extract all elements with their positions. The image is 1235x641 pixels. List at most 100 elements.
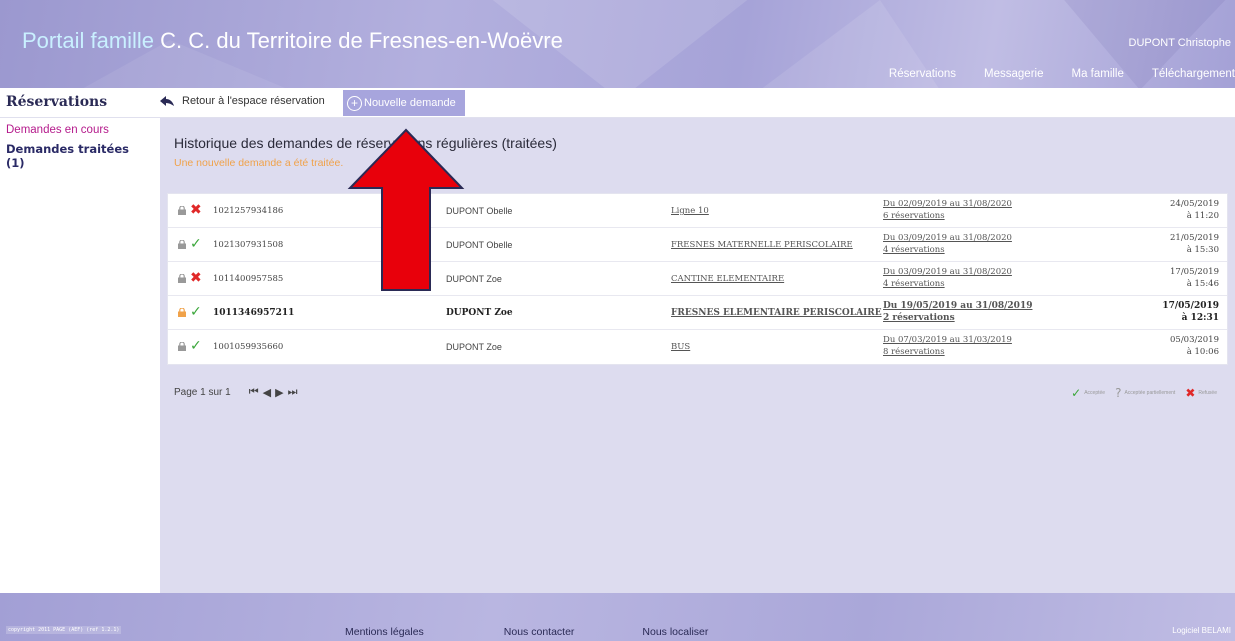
page-title: Réservations [6,94,108,110]
footer-nous-contacter[interactable]: Nous contacter [504,626,575,638]
processed-date: 05/03/2019 [1170,335,1219,345]
new-request-button[interactable]: + Nouvelle demande [343,90,465,116]
service-link[interactable]: BUS [671,342,690,352]
processed-datetime: 24/05/2019 à 11:20 [1170,198,1219,222]
period-range: Du 02/09/2019 au 31/08/2020 [883,199,1012,209]
period-link[interactable]: Du 02/09/2019 au 31/08/2020 6 réservation… [883,198,1012,222]
processed-datetime: 05/03/2019 à 10:06 [1170,334,1219,358]
period-link[interactable]: Du 03/09/2019 au 31/08/2020 4 réservation… [883,232,1012,256]
processed-date: 21/05/2019 [1170,233,1219,243]
cross-icon: ✖ [190,270,202,286]
question-icon: ? [1115,386,1122,400]
request-number: 1011346957211 [213,308,295,318]
processed-time: à 15:46 [1186,279,1219,289]
nav-messagerie[interactable]: Messagerie [984,68,1043,80]
reservation-count: 4 réservations [883,279,945,289]
processed-time: à 12:31 [1181,313,1219,323]
request-number: 1011400957585 [213,274,284,284]
request-number: 1001059935660 [213,342,284,352]
person-name: DUPONT Zoe [446,308,513,318]
reservation-count: 8 réservations [883,347,945,357]
table-row[interactable]: ✓ 1021307931508 DUPONT Obelle FRESNES MATER… [168,228,1227,262]
back-link-label: Retour à l'espace réservation [182,95,325,107]
site-title-portal: Portail famille [22,28,155,53]
back-to-reservations-link[interactable]: Retour à l'espace réservation [160,95,325,107]
lock-icon [178,206,186,215]
reservation-count: 2 réservations [883,313,955,323]
processed-datetime: 21/05/2019 à 15:30 [1170,232,1219,256]
request-number: 1021307931508 [213,240,284,250]
table-row[interactable]: ✖ 1021257934186 DUPONT Obelle Ligne 10 Du 02… [168,194,1227,228]
period-range: Du 03/09/2019 au 31/08/2020 [883,233,1012,243]
processed-date: 17/05/2019 [1170,267,1219,277]
processed-time: à 11:20 [1186,211,1219,221]
sidebar-item-demandes-traitees[interactable]: Demandes traitées (1) [6,142,150,170]
check-icon: ✓ [190,236,202,252]
requests-table: ✖ 1021257934186 DUPONT Obelle Ligne 10 Du 02… [167,193,1228,365]
sidebar: Demandes en cours Demandes traitées (1) [0,118,150,593]
pagination: Page 1 sur 1 ⏮ ◀ ▶ ⏭ [174,386,297,399]
processed-time: à 15:30 [1186,245,1219,255]
processed-date: 17/05/2019 [1162,301,1219,311]
back-arrow-icon [160,96,174,106]
first-page-icon[interactable]: ⏮ [249,386,259,399]
service-link[interactable]: CANTINE ELEMENTAIRE [671,274,784,284]
red-arrow-annotation [347,128,465,291]
cross-icon: ✖ [1185,386,1196,400]
period-range: Du 03/09/2019 au 31/08/2020 [883,267,1012,277]
site-title[interactable]: Portail famille C. C. du Territoire de F… [22,28,563,54]
reservation-count: 6 réservations [883,211,945,221]
cross-icon: ✖ [190,202,202,218]
folder-icon [178,308,186,317]
period-range: Du 19/05/2019 au 31/08/2019 [883,301,1033,311]
check-icon: ✓ [1071,386,1082,400]
processed-datetime: 17/05/2019 à 15:46 [1170,266,1219,290]
new-request-label: Nouvelle demande [364,97,456,109]
site-header: Portail famille C. C. du Territoire de F… [0,0,1235,88]
period-link[interactable]: Du 03/09/2019 au 31/08/2020 4 réservation… [883,266,1012,290]
table-row[interactable]: ✓ 1011346957211 DUPONT Zoe FRESNES ELEMENTA… [168,296,1227,330]
status-legend: ✓ Acceptée ? Acceptée partiellement ✖ Refus… [1061,386,1217,400]
footer-mentions-legales[interactable]: Mentions légales [345,626,424,638]
prev-page-icon[interactable]: ◀ [263,386,271,399]
person-name: DUPONT Zoe [446,342,502,352]
next-page-icon[interactable]: ▶ [275,386,283,399]
software-logo[interactable]: Logiciel BELAMI [1172,626,1231,635]
sidebar-item-demandes-en-cours[interactable]: Demandes en cours [6,124,109,136]
footer-nous-localiser[interactable]: Nous localiser [642,626,708,638]
period-range: Du 07/03/2019 au 31/03/2019 [883,335,1012,345]
legend-refused: Refusée [1198,390,1217,396]
service-link[interactable]: FRESNES ELEMENTAIRE PERISCOLAIRE [671,308,882,318]
plus-circle-icon: + [347,95,362,111]
notice-message: Une nouvelle demande a été traitée. [174,157,344,169]
top-navigation: Réservations Messagerie Ma famille Téléc… [861,68,1235,80]
legend-partial: Acceptée partiellement [1124,390,1176,396]
nav-ma-famille[interactable]: Ma famille [1071,68,1123,80]
lock-icon [178,274,186,283]
request-number: 1021257934186 [213,206,284,216]
period-link[interactable]: Du 19/05/2019 au 31/08/2019 2 réservation… [883,300,1032,324]
check-icon: ✓ [190,338,202,354]
last-page-icon[interactable]: ⏭ [288,386,298,399]
table-row[interactable]: ✖ 1011400957585 DUPONT Zoe CANTINE ELEMENTA… [168,262,1227,296]
site-title-org: C. C. du Territoire de Fresnes-en-Woëvre [154,28,563,53]
site-footer: copyright 2011 PAGE (AEF) (ref 1.2.1) Me… [0,593,1235,641]
table-row[interactable]: ✓ 1001059935660 DUPONT Zoe BUS Du 07/03/2019… [168,330,1227,364]
processed-datetime: 17/05/2019 à 12:31 [1162,300,1219,324]
period-link[interactable]: Du 07/03/2019 au 31/03/2019 8 réservation… [883,334,1012,358]
copyright-text: copyright 2011 PAGE (AEF) (ref 1.2.1) [6,626,122,634]
page-indicator: Page 1 sur 1 [174,387,231,398]
lock-icon [178,240,186,249]
lock-icon [178,342,186,351]
legend-accepted: Acceptée [1084,390,1106,396]
reservation-count: 4 réservations [883,245,945,255]
nav-telechargement[interactable]: Téléchargement [1152,68,1235,80]
service-link[interactable]: FRESNES MATERNELLE PERISCOLAIRE [671,240,853,250]
processed-time: à 10:06 [1186,347,1219,357]
main-panel: Historique des demandes de réservations … [160,118,1235,593]
nav-reservations[interactable]: Réservations [889,68,956,80]
processed-date: 24/05/2019 [1170,199,1219,209]
user-name[interactable]: DUPONT Christophe [1129,37,1232,49]
check-icon: ✓ [190,304,202,320]
service-link[interactable]: Ligne 10 [671,206,709,216]
